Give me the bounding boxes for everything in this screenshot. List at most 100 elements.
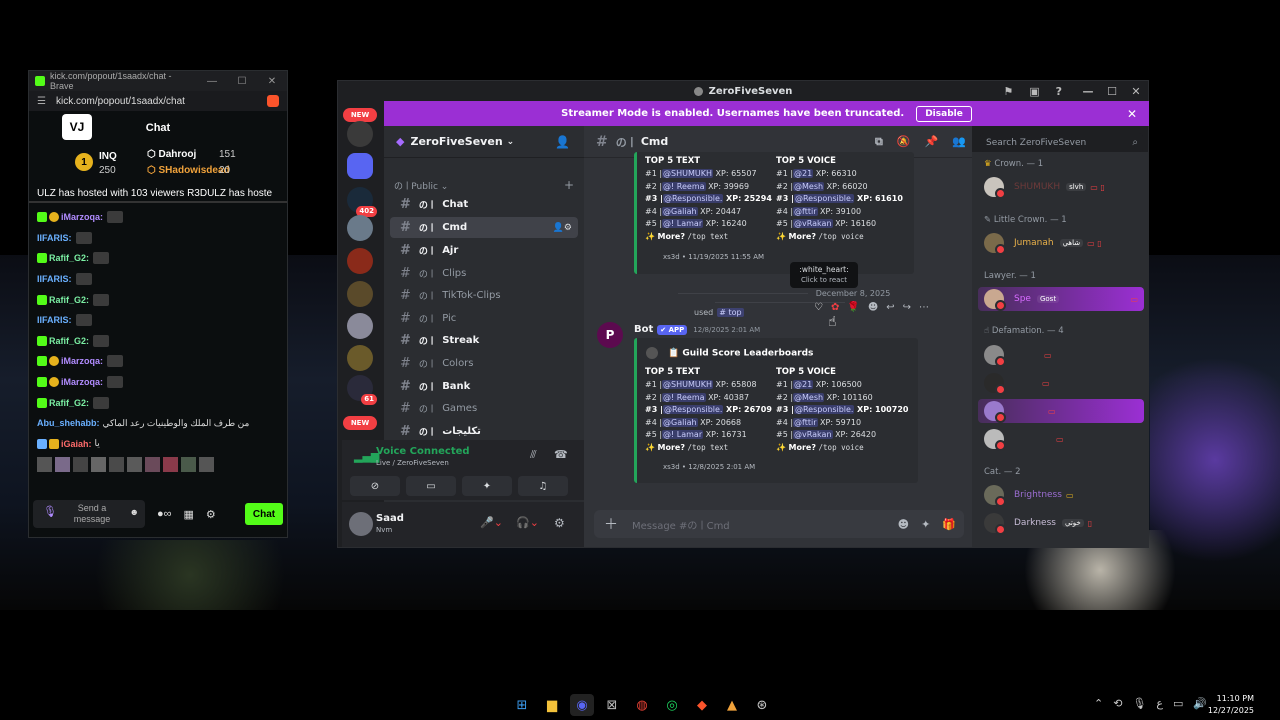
- message-composer[interactable]: ＋ Message #のㅣCmd ☻ ✦ 🎁: [594, 510, 964, 538]
- maximize-icon[interactable]: ☐: [1100, 81, 1124, 102]
- channel-ajr[interactable]: # のㅣ Ajr: [390, 240, 578, 261]
- chat-username[interactable]: Rafif_G2:: [49, 398, 89, 408]
- chat-username[interactable]: iGaiah:: [61, 439, 92, 449]
- rose-icon[interactable]: 🌹: [847, 302, 859, 313]
- emoji-icon[interactable]: ☻: [130, 507, 139, 518]
- close-banner-icon[interactable]: ✕: [1127, 107, 1137, 121]
- new-pill-bottom[interactable]: NEW: [343, 416, 377, 430]
- member-item[interactable]: ▭: [978, 343, 1144, 367]
- add-reaction-icon[interactable]: ☻: [868, 302, 878, 313]
- screen-share-button[interactable]: ▭: [406, 476, 456, 496]
- category-public[interactable]: のㅣPublic ⌄ +: [394, 178, 574, 192]
- more-icon[interactable]: ⋯: [919, 302, 929, 313]
- chat-username[interactable]: IIFARIS:: [37, 315, 72, 325]
- help-icon[interactable]: ?: [1056, 81, 1062, 102]
- chat-username[interactable]: iMarzoqa:: [61, 356, 103, 366]
- apps-icon[interactable]: ✦: [921, 518, 930, 531]
- channel-settings-icon[interactable]: 👤⚙: [553, 223, 572, 233]
- chat-username[interactable]: Abu_shehabb:: [37, 418, 100, 428]
- channel-colors[interactable]: # のㅣ Colors: [390, 353, 578, 374]
- search-input[interactable]: Search ZeroFiveSeven ⌕: [980, 133, 1143, 152]
- chat-username[interactable]: iMarzoqa:: [61, 212, 103, 222]
- member-item[interactable]: SHUMUKH slvh ▭ ▯: [978, 175, 1144, 199]
- xbox-icon[interactable]: ⊠: [600, 694, 624, 716]
- brave-shields-icon[interactable]: [267, 95, 279, 107]
- server-icon[interactable]: 402: [347, 187, 377, 217]
- voice-channel[interactable]: Live / ZeroFiveSeven: [376, 459, 449, 467]
- maximize-icon[interactable]: ☐: [227, 76, 257, 87]
- chat-username[interactable]: Rafif_G2:: [49, 295, 89, 305]
- channel-arabic[interactable]: # のㅣ تكليجات: [390, 421, 578, 442]
- members-icon[interactable]: 👥: [952, 135, 966, 149]
- pins-icon[interactable]: 📌: [925, 135, 939, 149]
- channel-clips[interactable]: # のㅣ Clips: [390, 263, 578, 284]
- clock[interactable]: 11:10 PM 12/27/2025: [1208, 693, 1254, 717]
- settings-icon[interactable]: ⚙: [206, 508, 216, 521]
- bot-name[interactable]: Bot ✔ APP 12/8/2025 2:01 AM: [634, 324, 760, 335]
- white-heart-icon[interactable]: ♡: [814, 302, 823, 313]
- brave-icon[interactable]: ◆: [690, 694, 714, 716]
- chat-send-button[interactable]: Chat: [245, 503, 283, 525]
- new-pill-top[interactable]: NEW: [343, 108, 377, 122]
- deafened-icon[interactable]: 🎧⌄: [516, 516, 539, 529]
- member-item[interactable]: ▭: [978, 399, 1144, 423]
- threads-icon[interactable]: ⧉: [875, 135, 883, 149]
- folder-icon[interactable]: [347, 153, 373, 179]
- emoji-icon[interactable]: ☻: [898, 518, 909, 531]
- channel-chat[interactable]: # のㅣ Chat: [390, 194, 578, 215]
- start-icon[interactable]: ⊞: [510, 694, 534, 716]
- add-channel-icon[interactable]: +: [564, 178, 574, 192]
- disconnect-icon[interactable]: ☎: [554, 448, 568, 461]
- invite-icon[interactable]: 👤: [555, 135, 570, 149]
- minimize-icon[interactable]: —: [1076, 81, 1100, 102]
- mic-icon[interactable]: 🎙: [1132, 697, 1146, 710]
- voice-status[interactable]: Voice Connected: [376, 446, 470, 457]
- channel-streak[interactable]: # のㅣ Streak: [390, 330, 578, 351]
- minimize-icon[interactable]: —: [197, 76, 227, 87]
- forward-icon[interactable]: ↪: [903, 302, 911, 313]
- soundboard-button[interactable]: ♫: [518, 476, 568, 496]
- chat-username[interactable]: IIFARIS:: [37, 233, 72, 243]
- server-icon[interactable]: [347, 313, 373, 339]
- server-name-header[interactable]: ◆ ZeroFiveSeven ⌄ 👤: [384, 126, 584, 158]
- spotify-icon[interactable]: ◎: [660, 694, 684, 716]
- file-explorer-icon[interactable]: ▆: [540, 694, 564, 716]
- channel-cmd[interactable]: # のㅣ Cmd 👤⚙: [390, 217, 578, 238]
- keyboard-lang[interactable]: ع: [1156, 697, 1163, 710]
- channel-bank[interactable]: # のㅣ Bank: [390, 376, 578, 397]
- close-icon[interactable]: ✕: [1124, 81, 1148, 102]
- member-item[interactable]: Spe Gost ▭: [978, 287, 1144, 311]
- member-item[interactable]: Brightness ▭: [978, 483, 1144, 507]
- leader-third-user[interactable]: ⬡ SHadowisdead: [147, 165, 230, 176]
- disable-streamer-button[interactable]: Disable: [916, 105, 972, 122]
- noise-suppression-icon[interactable]: ⫻: [530, 448, 537, 462]
- discord-icon[interactable]: ◉: [570, 694, 594, 716]
- kick-url[interactable]: kick.com/popout/1saadx/chat: [56, 96, 185, 107]
- chat-username[interactable]: iMarzoqa:: [61, 377, 103, 387]
- leader-second-user[interactable]: ⬡ Dahrooj: [147, 149, 196, 160]
- user-name[interactable]: Saad: [376, 513, 404, 524]
- avatar[interactable]: [349, 512, 373, 536]
- chevron-up-icon[interactable]: ⌃: [1094, 697, 1103, 710]
- inbox-flag-icon[interactable]: ⚑: [1003, 81, 1013, 102]
- server-icon[interactable]: [347, 281, 373, 307]
- channel-tiktok-clips[interactable]: # のㅣ TikTok-Clips: [390, 285, 578, 306]
- gift-icon[interactable]: 🎁: [942, 518, 956, 531]
- server-icon[interactable]: [347, 121, 373, 147]
- site-info-icon[interactable]: ☰: [37, 96, 46, 107]
- store-icon[interactable]: ▦: [184, 508, 194, 521]
- activities-button[interactable]: ✦: [462, 476, 512, 496]
- member-item[interactable]: ▭: [978, 427, 1144, 451]
- server-icon[interactable]: [347, 345, 373, 371]
- chat-username[interactable]: Rafif_G2:: [49, 336, 89, 346]
- channel-games[interactable]: # のㅣ Games: [390, 398, 578, 419]
- send-message-input[interactable]: 🎙 Send a message ☻: [33, 500, 145, 528]
- attach-icon[interactable]: ＋: [604, 514, 618, 534]
- bot-avatar[interactable]: P: [597, 322, 623, 348]
- member-item[interactable]: Darkness خوتي ▯: [978, 511, 1144, 535]
- chrome-icon[interactable]: ◍: [630, 694, 654, 716]
- member-item[interactable]: Jumanah شاهي ▭ ▯: [978, 231, 1144, 255]
- user-settings-icon[interactable]: ⚙: [554, 516, 565, 530]
- app-icon[interactable]: ▲: [720, 694, 744, 716]
- reply-icon[interactable]: ↩: [886, 302, 894, 313]
